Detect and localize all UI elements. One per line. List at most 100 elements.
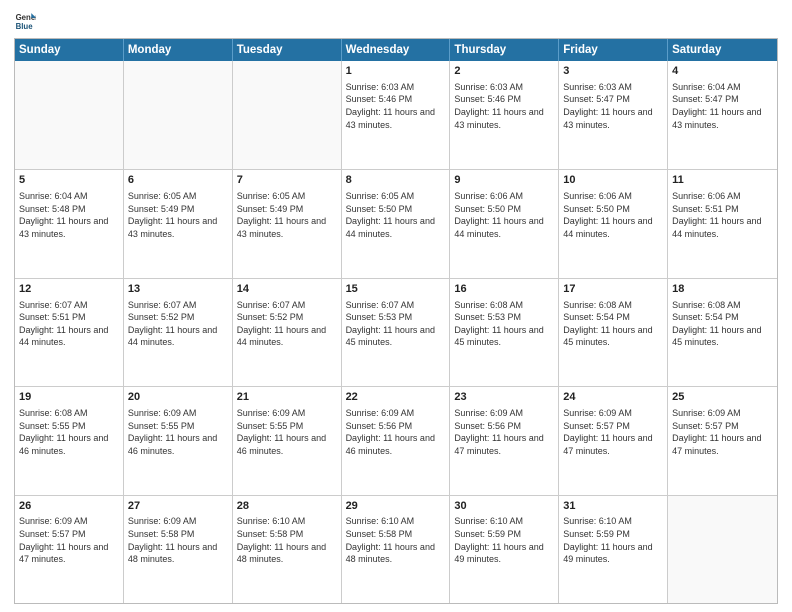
- sun-info: Sunrise: 6:08 AMSunset: 5:54 PMDaylight:…: [672, 299, 773, 349]
- day-header-friday: Friday: [559, 39, 668, 61]
- day-number: 23: [454, 390, 554, 405]
- day-number: 1: [346, 64, 446, 79]
- calendar-week-3: 12 Sunrise: 6:07 AMSunset: 5:51 PMDayligh…: [15, 278, 777, 386]
- sun-info: Sunrise: 6:03 AMSunset: 5:46 PMDaylight:…: [454, 81, 554, 131]
- day-header-wednesday: Wednesday: [342, 39, 451, 61]
- day-number: 26: [19, 499, 119, 514]
- sun-info: Sunrise: 6:06 AMSunset: 5:50 PMDaylight:…: [563, 190, 663, 240]
- calendar-cell: [668, 496, 777, 603]
- sun-info: Sunrise: 6:06 AMSunset: 5:51 PMDaylight:…: [672, 190, 773, 240]
- sun-info: Sunrise: 6:08 AMSunset: 5:55 PMDaylight:…: [19, 407, 119, 457]
- calendar-week-5: 26Sunrise: 6:09 AMSunset: 5:57 PMDayligh…: [15, 495, 777, 603]
- day-number: 3: [563, 64, 663, 79]
- day-number: 18: [672, 282, 773, 297]
- day-header-tuesday: Tuesday: [233, 39, 342, 61]
- day-number: 14: [237, 282, 337, 297]
- day-number: 29: [346, 499, 446, 514]
- sun-info: Sunrise: 6:10 AMSunset: 5:58 PMDaylight:…: [346, 515, 446, 565]
- sun-info: Sunrise: 6:04 AMSunset: 5:48 PMDaylight:…: [19, 190, 119, 240]
- calendar-header: SundayMondayTuesdayWednesdayThursdayFrid…: [15, 39, 777, 61]
- calendar-cell: 16 Sunrise: 6:08 AMSunset: 5:53 PMDayligh…: [450, 279, 559, 386]
- sun-info: Sunrise: 6:09 AMSunset: 5:57 PMDaylight:…: [672, 407, 773, 457]
- sun-info: Sunrise: 6:09 AMSunset: 5:57 PMDaylight:…: [19, 515, 119, 565]
- calendar-cell: [15, 61, 124, 169]
- sun-info: Sunrise: 6:08 AMSunset: 5:54 PMDaylight:…: [563, 299, 663, 349]
- sun-info: Sunrise: 6:10 AMSunset: 5:58 PMDaylight:…: [237, 515, 337, 565]
- sun-info: Sunrise: 6:09 AMSunset: 5:55 PMDaylight:…: [237, 407, 337, 457]
- day-number: 22: [346, 390, 446, 405]
- day-number: 31: [563, 499, 663, 514]
- calendar-cell: 2 Sunrise: 6:03 AMSunset: 5:46 PMDaylight…: [450, 61, 559, 169]
- day-number: 7: [237, 173, 337, 188]
- day-number: 24: [563, 390, 663, 405]
- calendar-cell: 18 Sunrise: 6:08 AMSunset: 5:54 PMDayligh…: [668, 279, 777, 386]
- day-header-monday: Monday: [124, 39, 233, 61]
- sun-info: Sunrise: 6:08 AMSunset: 5:53 PMDaylight:…: [454, 299, 554, 349]
- sun-info: Sunrise: 6:06 AMSunset: 5:50 PMDaylight:…: [454, 190, 554, 240]
- day-number: 20: [128, 390, 228, 405]
- calendar-cell: 10 Sunrise: 6:06 AMSunset: 5:50 PMDayligh…: [559, 170, 668, 277]
- day-number: 19: [19, 390, 119, 405]
- calendar-week-4: 19 Sunrise: 6:08 AMSunset: 5:55 PMDayligh…: [15, 386, 777, 494]
- sun-info: Sunrise: 6:09 AMSunset: 5:55 PMDaylight:…: [128, 407, 228, 457]
- sun-info: Sunrise: 6:09 AMSunset: 5:56 PMDaylight:…: [454, 407, 554, 457]
- day-header-thursday: Thursday: [450, 39, 559, 61]
- calendar-cell: 29Sunrise: 6:10 AMSunset: 5:58 PMDayligh…: [342, 496, 451, 603]
- day-number: 12: [19, 282, 119, 297]
- sun-info: Sunrise: 6:10 AMSunset: 5:59 PMDaylight:…: [563, 515, 663, 565]
- calendar-cell: 6 Sunrise: 6:05 AMSunset: 5:49 PMDaylight…: [124, 170, 233, 277]
- calendar-cell: 27Sunrise: 6:09 AMSunset: 5:58 PMDayligh…: [124, 496, 233, 603]
- calendar: SundayMondayTuesdayWednesdayThursdayFrid…: [14, 38, 778, 604]
- day-number: 25: [672, 390, 773, 405]
- calendar-cell: 22 Sunrise: 6:09 AMSunset: 5:56 PMDayligh…: [342, 387, 451, 494]
- sun-info: Sunrise: 6:05 AMSunset: 5:50 PMDaylight:…: [346, 190, 446, 240]
- calendar-cell: 24 Sunrise: 6:09 AMSunset: 5:57 PMDayligh…: [559, 387, 668, 494]
- svg-text:Blue: Blue: [16, 22, 34, 31]
- calendar-cell: 11 Sunrise: 6:06 AMSunset: 5:51 PMDayligh…: [668, 170, 777, 277]
- header: General Blue: [14, 10, 778, 32]
- day-number: 10: [563, 173, 663, 188]
- sun-info: Sunrise: 6:07 AMSunset: 5:51 PMDaylight:…: [19, 299, 119, 349]
- calendar-cell: 15Sunrise: 6:07 AMSunset: 5:53 PMDayligh…: [342, 279, 451, 386]
- day-number: 15: [346, 282, 446, 297]
- sun-info: Sunrise: 6:05 AMSunset: 5:49 PMDaylight:…: [237, 190, 337, 240]
- calendar-cell: 9 Sunrise: 6:06 AMSunset: 5:50 PMDaylight…: [450, 170, 559, 277]
- day-number: 9: [454, 173, 554, 188]
- day-number: 11: [672, 173, 773, 188]
- day-number: 5: [19, 173, 119, 188]
- calendar-cell: 12 Sunrise: 6:07 AMSunset: 5:51 PMDayligh…: [15, 279, 124, 386]
- day-number: 16: [454, 282, 554, 297]
- calendar-cell: 28Sunrise: 6:10 AMSunset: 5:58 PMDayligh…: [233, 496, 342, 603]
- calendar-week-1: 1 Sunrise: 6:03 AMSunset: 5:46 PMDaylight…: [15, 61, 777, 169]
- day-header-sunday: Sunday: [15, 39, 124, 61]
- calendar-body: 1 Sunrise: 6:03 AMSunset: 5:46 PMDaylight…: [15, 61, 777, 603]
- sun-info: Sunrise: 6:09 AMSunset: 5:58 PMDaylight:…: [128, 515, 228, 565]
- calendar-cell: 17 Sunrise: 6:08 AMSunset: 5:54 PMDayligh…: [559, 279, 668, 386]
- calendar-cell: 25 Sunrise: 6:09 AMSunset: 5:57 PMDayligh…: [668, 387, 777, 494]
- calendar-cell: 13Sunrise: 6:07 AMSunset: 5:52 PMDayligh…: [124, 279, 233, 386]
- sun-info: Sunrise: 6:09 AMSunset: 5:56 PMDaylight:…: [346, 407, 446, 457]
- logo: General Blue: [14, 10, 40, 32]
- calendar-cell: 20 Sunrise: 6:09 AMSunset: 5:55 PMDayligh…: [124, 387, 233, 494]
- sun-info: Sunrise: 6:03 AMSunset: 5:47 PMDaylight:…: [563, 81, 663, 131]
- calendar-cell: 31Sunrise: 6:10 AMSunset: 5:59 PMDayligh…: [559, 496, 668, 603]
- calendar-cell: 4Sunrise: 6:04 AMSunset: 5:47 PMDaylight…: [668, 61, 777, 169]
- day-number: 21: [237, 390, 337, 405]
- day-header-saturday: Saturday: [668, 39, 777, 61]
- sun-info: Sunrise: 6:09 AMSunset: 5:57 PMDaylight:…: [563, 407, 663, 457]
- day-number: 2: [454, 64, 554, 79]
- calendar-cell: 1 Sunrise: 6:03 AMSunset: 5:46 PMDaylight…: [342, 61, 451, 169]
- day-number: 8: [346, 173, 446, 188]
- day-number: 6: [128, 173, 228, 188]
- sun-info: Sunrise: 6:04 AMSunset: 5:47 PMDaylight:…: [672, 81, 773, 131]
- day-number: 17: [563, 282, 663, 297]
- calendar-cell: 26Sunrise: 6:09 AMSunset: 5:57 PMDayligh…: [15, 496, 124, 603]
- calendar-cell: 7 Sunrise: 6:05 AMSunset: 5:49 PMDaylight…: [233, 170, 342, 277]
- sun-info: Sunrise: 6:05 AMSunset: 5:49 PMDaylight:…: [128, 190, 228, 240]
- sun-info: Sunrise: 6:10 AMSunset: 5:59 PMDaylight:…: [454, 515, 554, 565]
- calendar-cell: 5 Sunrise: 6:04 AMSunset: 5:48 PMDaylight…: [15, 170, 124, 277]
- calendar-cell: 14Sunrise: 6:07 AMSunset: 5:52 PMDayligh…: [233, 279, 342, 386]
- calendar-cell: 21 Sunrise: 6:09 AMSunset: 5:55 PMDayligh…: [233, 387, 342, 494]
- sun-info: Sunrise: 6:03 AMSunset: 5:46 PMDaylight:…: [346, 81, 446, 131]
- calendar-cell: [124, 61, 233, 169]
